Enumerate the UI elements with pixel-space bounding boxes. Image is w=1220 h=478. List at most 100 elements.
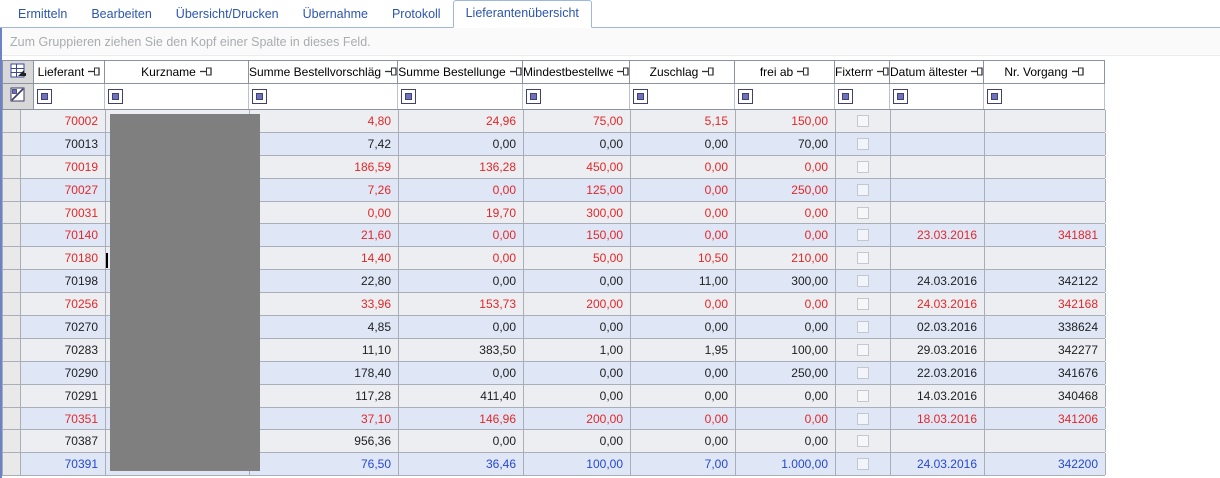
- cell-fixtermin[interactable]: [836, 453, 891, 476]
- filter-cell-zuschlag[interactable]: [630, 84, 735, 109]
- cell-mindestbestellwert[interactable]: 0,00: [524, 132, 631, 155]
- cell-zuschlag[interactable]: 0,00: [631, 430, 736, 453]
- filter-dropdown-button[interactable]: [37, 89, 52, 104]
- cell-fixtermin[interactable]: [836, 384, 891, 407]
- column-header-summe_bestellunge[interactable]: Summe Bestellunge: [398, 60, 523, 84]
- cell-datum_aeltester[interactable]: 29.03.2016: [891, 338, 985, 361]
- cell-datum_aeltester[interactable]: [891, 132, 985, 155]
- cell-mindestbestellwert[interactable]: 200,00: [524, 293, 631, 316]
- pin-column-icon[interactable]: [199, 65, 212, 79]
- pin-column-icon[interactable]: [617, 65, 629, 79]
- cell-fixtermin[interactable]: [836, 110, 891, 132]
- row-selector[interactable]: [3, 178, 21, 201]
- cell-nr_vorgang[interactable]: 342200: [985, 453, 1106, 476]
- cell-frei_ab[interactable]: 0,00: [736, 224, 836, 247]
- fixtermin-checkbox[interactable]: [857, 252, 869, 265]
- cell-fixtermin[interactable]: [836, 155, 891, 178]
- cell-summe_bestellunge[interactable]: 36,46: [399, 453, 524, 476]
- cell-lieferant[interactable]: 70391: [21, 453, 106, 476]
- cell-zuschlag[interactable]: 1,95: [631, 338, 736, 361]
- pin-column-icon[interactable]: [1071, 65, 1084, 79]
- fixtermin-checkbox[interactable]: [857, 412, 869, 425]
- cell-frei_ab[interactable]: 0,00: [736, 430, 836, 453]
- cell-mindestbestellwert[interactable]: 0,00: [524, 270, 631, 293]
- column-header-zuschlag[interactable]: Zuschlag: [630, 60, 735, 84]
- cell-zuschlag[interactable]: 0,00: [631, 201, 736, 224]
- row-selector[interactable]: [3, 430, 21, 453]
- cell-summe_bestellunge[interactable]: 153,73: [399, 293, 524, 316]
- cell-frei_ab[interactable]: 1.000,00: [736, 453, 836, 476]
- cell-summe_bestellvorschlaege[interactable]: 33,96: [250, 293, 399, 316]
- fixtermin-checkbox[interactable]: [857, 275, 869, 288]
- cell-fixtermin[interactable]: [836, 178, 891, 201]
- cell-fixtermin[interactable]: [836, 224, 891, 247]
- cell-fixtermin[interactable]: [836, 338, 891, 361]
- column-header-frei_ab[interactable]: frei ab: [735, 60, 835, 84]
- cell-zuschlag[interactable]: 7,00: [631, 453, 736, 476]
- fixtermin-checkbox[interactable]: [857, 389, 869, 402]
- cell-mindestbestellwert[interactable]: 450,00: [524, 155, 631, 178]
- cell-zuschlag[interactable]: 0,00: [631, 293, 736, 316]
- filter-dropdown-button[interactable]: [633, 89, 648, 104]
- cell-frei_ab[interactable]: 70,00: [736, 132, 836, 155]
- cell-datum_aeltester[interactable]: [891, 155, 985, 178]
- cell-frei_ab[interactable]: 0,00: [736, 155, 836, 178]
- cell-lieferant[interactable]: 70013: [21, 132, 106, 155]
- cell-mindestbestellwert[interactable]: 125,00: [524, 178, 631, 201]
- tab-ermitteln[interactable]: Ermitteln: [6, 2, 79, 27]
- cell-frei_ab[interactable]: 0,00: [736, 384, 836, 407]
- row-selector[interactable]: [3, 247, 21, 270]
- filter-cell-summe_bestellvorschlaege[interactable]: [249, 84, 398, 109]
- cell-mindestbestellwert[interactable]: 0,00: [524, 316, 631, 338]
- column-header-lieferant[interactable]: Lieferant: [34, 60, 105, 84]
- cell-lieferant[interactable]: 70283: [21, 338, 106, 361]
- cell-summe_bestellvorschlaege[interactable]: 178,40: [250, 361, 399, 384]
- row-selector[interactable]: [3, 338, 21, 361]
- pin-column-icon[interactable]: [797, 65, 809, 79]
- cell-summe_bestellvorschlaege[interactable]: 4,80: [250, 110, 399, 132]
- cell-fixtermin[interactable]: [836, 293, 891, 316]
- cell-fixtermin[interactable]: [836, 270, 891, 293]
- cell-datum_aeltester[interactable]: [891, 247, 985, 270]
- cell-lieferant[interactable]: 70198: [21, 270, 106, 293]
- cell-datum_aeltester[interactable]: 23.03.2016: [891, 224, 985, 247]
- fixtermin-checkbox[interactable]: [857, 183, 869, 196]
- cell-frei_ab[interactable]: 100,00: [736, 338, 836, 361]
- cell-datum_aeltester[interactable]: 18.03.2016: [891, 407, 985, 430]
- pin-column-icon[interactable]: [702, 65, 714, 79]
- row-selector[interactable]: [3, 361, 21, 384]
- cell-datum_aeltester[interactable]: [891, 110, 985, 132]
- cell-mindestbestellwert[interactable]: 0,00: [524, 361, 631, 384]
- filter-cell-datum_aeltester[interactable]: [890, 84, 984, 109]
- cell-frei_ab[interactable]: 250,00: [736, 178, 836, 201]
- cell-summe_bestellunge[interactable]: 0,00: [399, 316, 524, 338]
- cell-lieferant[interactable]: 70387: [21, 430, 106, 453]
- cell-fixtermin[interactable]: [836, 247, 891, 270]
- cell-nr_vorgang[interactable]: [985, 178, 1106, 201]
- filter-dropdown-button[interactable]: [526, 89, 541, 104]
- cell-nr_vorgang[interactable]: [985, 247, 1106, 270]
- cell-lieferant[interactable]: 70256: [21, 293, 106, 316]
- cell-frei_ab[interactable]: 0,00: [736, 316, 836, 338]
- cell-mindestbestellwert[interactable]: 1,00: [524, 338, 631, 361]
- pin-column-icon[interactable]: [971, 65, 983, 79]
- filter-dropdown-button[interactable]: [893, 89, 908, 104]
- row-selector[interactable]: [3, 384, 21, 407]
- cell-summe_bestellvorschlaege[interactable]: 4,85: [250, 316, 399, 338]
- column-header-mindestbestellwert[interactable]: Mindestbestellwert: [523, 60, 630, 84]
- cell-frei_ab[interactable]: 150,00: [736, 110, 836, 132]
- cell-nr_vorgang[interactable]: [985, 132, 1106, 155]
- group-by-panel[interactable]: Zum Gruppieren ziehen Sie den Kopf einer…: [2, 28, 1220, 56]
- cell-zuschlag[interactable]: 0,00: [631, 224, 736, 247]
- cell-summe_bestellunge[interactable]: 146,96: [399, 407, 524, 430]
- fixtermin-checkbox[interactable]: [857, 114, 869, 127]
- cell-frei_ab[interactable]: 0,00: [736, 201, 836, 224]
- tab-uebersicht-drucken[interactable]: Übersicht/Drucken: [164, 2, 291, 27]
- cell-datum_aeltester[interactable]: 02.03.2016: [891, 316, 985, 338]
- fixtermin-checkbox[interactable]: [857, 229, 869, 242]
- filter-cell-lieferant[interactable]: [34, 84, 105, 109]
- fixtermin-checkbox[interactable]: [857, 298, 869, 311]
- cell-zuschlag[interactable]: 0,00: [631, 407, 736, 430]
- cell-nr_vorgang[interactable]: [985, 201, 1106, 224]
- cell-summe_bestellunge[interactable]: 0,00: [399, 270, 524, 293]
